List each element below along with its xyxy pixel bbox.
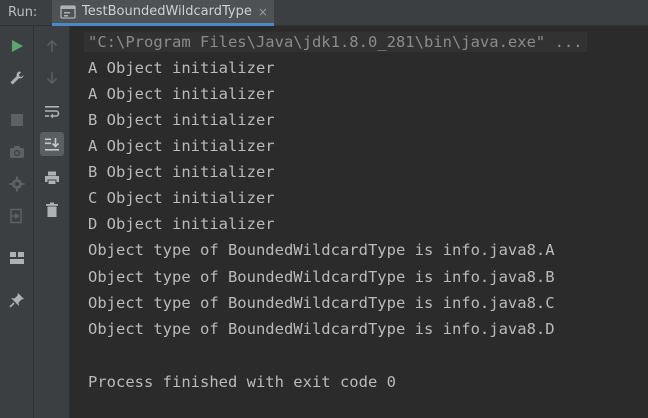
- console-line: A Object initializer: [88, 137, 275, 155]
- run-tool-window-header: Run: TestBoundedWildcardType ×: [0, 0, 648, 26]
- console-line: D Object initializer: [88, 215, 275, 233]
- tab-run-configuration[interactable]: TestBoundedWildcardType ×: [52, 0, 274, 26]
- console-line: A Object initializer: [88, 59, 275, 77]
- debug-settings-icon[interactable]: [5, 172, 29, 196]
- camera-icon[interactable]: [5, 140, 29, 164]
- run-toolbar-secondary: [34, 26, 70, 418]
- console-line: B Object initializer: [88, 163, 275, 181]
- console-line: B Object initializer: [88, 111, 275, 129]
- console-line: C Object initializer: [88, 189, 275, 207]
- soft-wrap-icon[interactable]: [40, 100, 64, 124]
- run-toolbar-primary: [0, 26, 34, 418]
- command-line: "C:\Program Files\Java\jdk1.8.0_281\bin\…: [84, 32, 587, 52]
- run-config-icon: [60, 4, 76, 20]
- tab-title: TestBoundedWildcardType: [82, 4, 252, 19]
- exit-status-line: Process finished with exit code 0: [88, 373, 396, 391]
- run-label: Run:: [8, 5, 38, 20]
- pin-icon[interactable]: [5, 288, 29, 312]
- arrow-down-icon[interactable]: [40, 66, 64, 90]
- arrow-up-icon[interactable]: [40, 34, 64, 58]
- print-icon[interactable]: [40, 166, 64, 190]
- exit-icon[interactable]: [5, 204, 29, 228]
- console-line: Object type of BoundedWildcardType is in…: [88, 294, 555, 312]
- trash-icon[interactable]: [40, 198, 64, 222]
- console-line: Object type of BoundedWildcardType is in…: [88, 241, 555, 259]
- console-line: Object type of BoundedWildcardType is in…: [88, 268, 555, 286]
- wrench-icon[interactable]: [5, 66, 29, 90]
- console-line: Object type of BoundedWildcardType is in…: [88, 320, 555, 338]
- console-line: A Object initializer: [88, 85, 275, 103]
- rerun-icon[interactable]: [5, 34, 29, 58]
- stop-icon[interactable]: [5, 108, 29, 132]
- layout-icon[interactable]: [5, 246, 29, 270]
- close-icon[interactable]: ×: [258, 6, 268, 18]
- scroll-to-end-icon[interactable]: [40, 132, 64, 156]
- console-output[interactable]: "C:\Program Files\Java\jdk1.8.0_281\bin\…: [70, 26, 648, 418]
